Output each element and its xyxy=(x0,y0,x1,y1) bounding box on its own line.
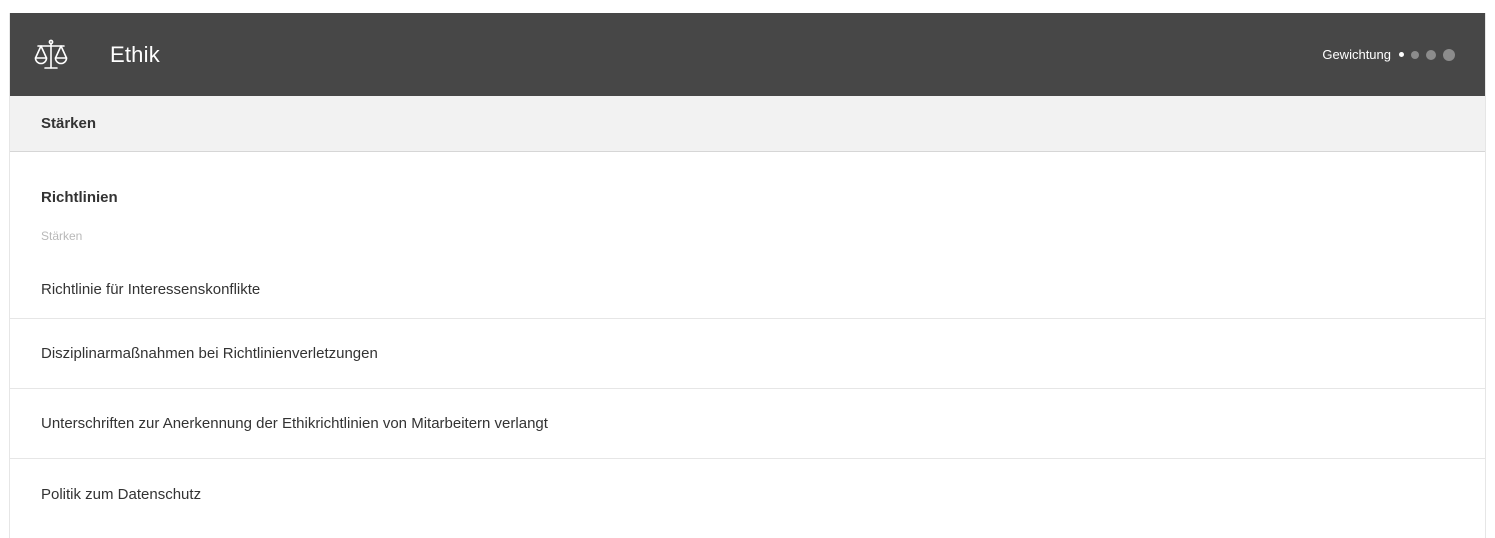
card-header: Ethik Gewichtung xyxy=(10,13,1485,96)
list-item: Politik zum Datenschutz xyxy=(41,485,202,503)
list-item: Disziplinarmaßnahmen bei Richtlinienverl… xyxy=(10,319,1485,389)
page: Ethik Gewichtung Stärken Richtlinien Stä… xyxy=(0,0,1495,538)
weight-label: Gewichtung xyxy=(1322,47,1391,62)
section-subtitle: Stärken xyxy=(41,229,83,243)
weight-dots xyxy=(1399,48,1455,61)
weight-dot xyxy=(1399,52,1404,57)
weight-indicator: Gewichtung xyxy=(1322,13,1455,96)
section-title: Richtlinien xyxy=(41,189,118,206)
ethics-card: Ethik Gewichtung Stärken Richtlinien Stä… xyxy=(9,13,1486,538)
weight-dot xyxy=(1443,48,1455,61)
card-title: Ethik xyxy=(110,41,160,67)
list-item: Richtlinie für Interessenskonflikte xyxy=(10,261,1485,319)
weight-dot xyxy=(1411,50,1419,59)
scales-icon xyxy=(32,36,70,74)
list-item: Unterschriften zur Anerkennung der Ethik… xyxy=(10,389,1485,459)
strengths-list: Richtlinie für Interessenskonflikte Disz… xyxy=(10,261,1485,529)
weight-dot xyxy=(1426,49,1436,60)
strengths-bar: Stärken xyxy=(10,96,1485,152)
